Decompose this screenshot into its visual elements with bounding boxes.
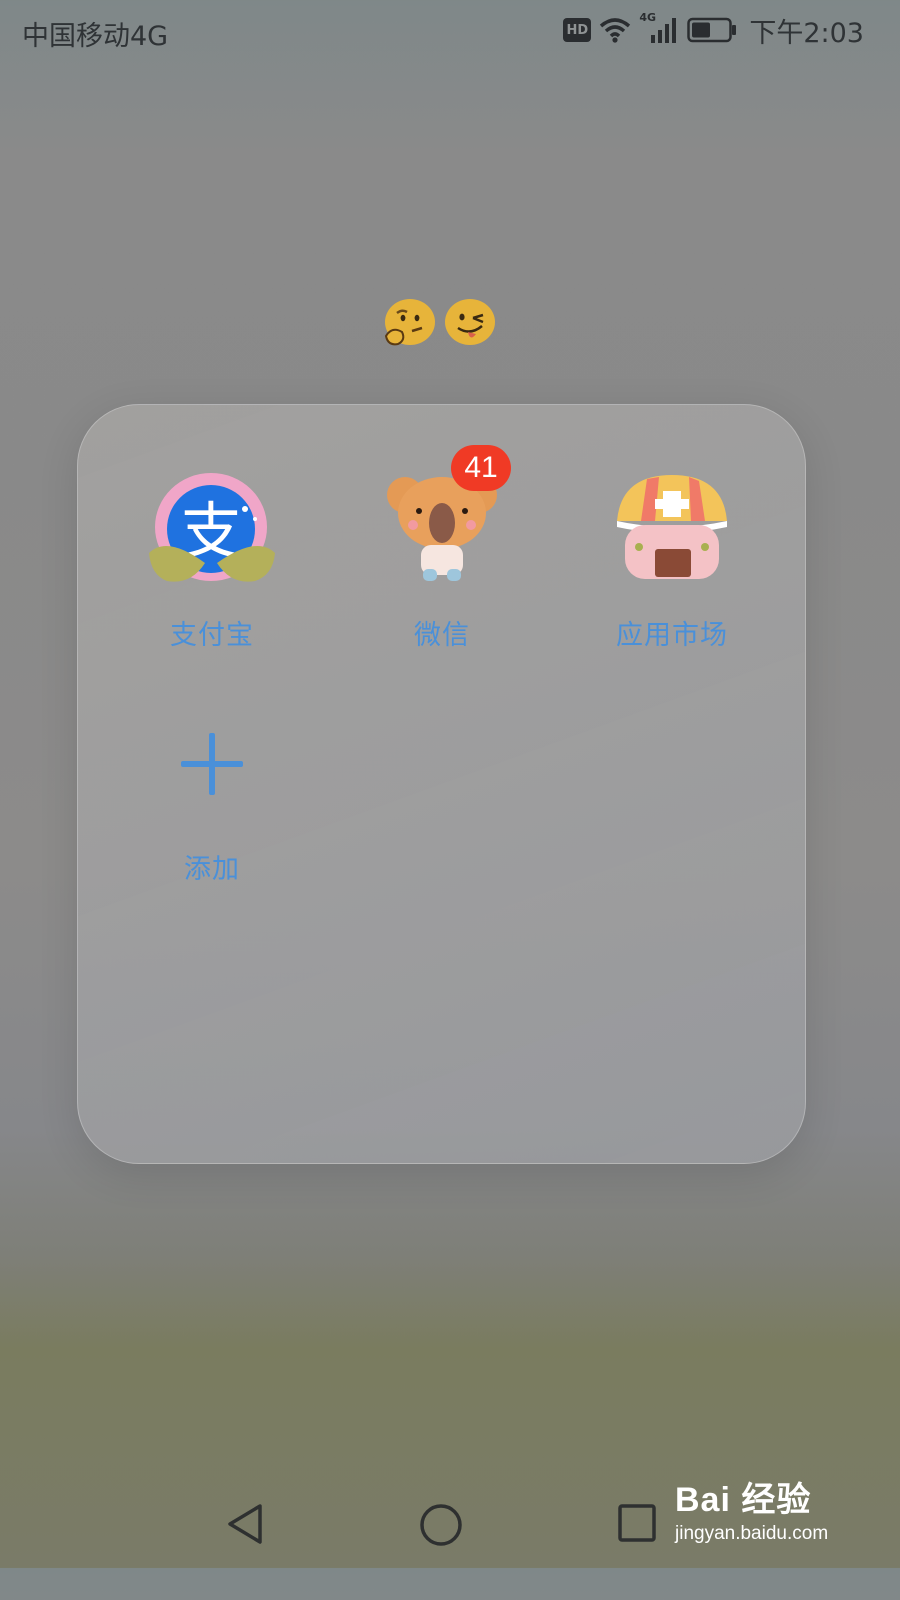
add-label: 添加	[184, 854, 240, 885]
clock: 下午2:03	[749, 17, 864, 49]
watermark-url: jingyan.baidu.com	[675, 1523, 829, 1544]
watermark-brand: Bai 经验	[675, 1481, 812, 1519]
thinking-face-icon	[384, 299, 435, 346]
wifi-icon	[600, 18, 631, 43]
hd-voice-icon: HD	[563, 18, 592, 42]
app-market-icon	[607, 471, 737, 587]
app-label-wechat: 微信	[414, 620, 470, 651]
recents-icon[interactable]	[616, 1502, 658, 1544]
app-market[interactable]: 应用市场	[582, 471, 762, 652]
app-folder: 支 支付宝 41 微信 应用市场 添加	[77, 404, 806, 1164]
status-bar: 中国移动4G HD 4G 下午2:03	[0, 0, 882, 60]
alipay-icon: 支	[147, 471, 277, 587]
add-app-button[interactable]: 添加	[122, 705, 302, 886]
status-icons: HD 4G 下午2:03	[563, 11, 864, 49]
app-label-alipay: 支付宝	[170, 620, 254, 651]
baidu-jingyan-watermark: Bai 经验 jingyan.baidu.com	[675, 1472, 828, 1545]
carrier-name: 中国移动4G	[22, 21, 169, 52]
winking-tongue-face-icon	[445, 299, 495, 345]
app-wechat[interactable]: 41 微信	[352, 445, 532, 652]
unread-badge: 41	[451, 445, 511, 491]
signal-bars-icon	[651, 18, 677, 43]
folder-title[interactable]	[382, 296, 496, 348]
home-icon[interactable]	[418, 1502, 464, 1548]
back-icon[interactable]	[224, 1502, 268, 1546]
app-label-market: 应用市场	[616, 620, 728, 651]
wechat-koala-icon: 41	[377, 445, 511, 587]
app-alipay[interactable]: 支 支付宝	[122, 471, 302, 652]
plus-icon	[147, 705, 277, 821]
battery-icon	[687, 17, 737, 43]
signal-icon: 4G	[639, 11, 679, 45]
